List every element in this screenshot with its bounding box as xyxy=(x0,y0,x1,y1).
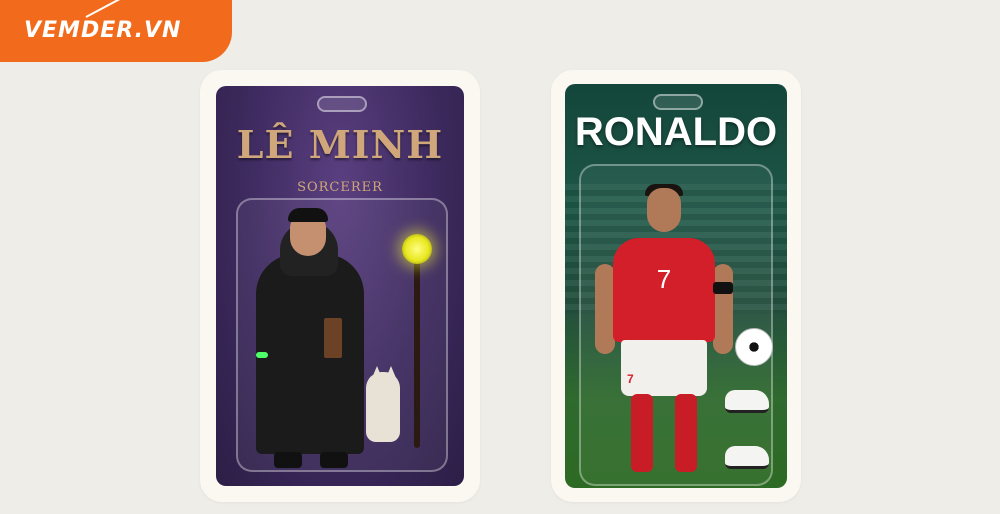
footballer-figure-card: RONALDO 7 7 xyxy=(551,70,801,502)
jersey-number: 7 xyxy=(656,264,672,294)
captain-armband-icon xyxy=(713,282,733,294)
football-boot-icon xyxy=(725,446,769,469)
sorcerer-figure-card: LÊ MINH SORCERER xyxy=(200,70,480,502)
hair xyxy=(288,208,328,222)
boot-right xyxy=(320,452,348,468)
figure-title: LÊ MINH xyxy=(236,122,444,167)
hanger-tab-icon xyxy=(317,96,367,112)
figure-title: RONALDO xyxy=(574,110,778,154)
logo-text: VEMDER.VN xyxy=(24,18,182,43)
white-shorts xyxy=(621,340,707,396)
football-boot-icon xyxy=(725,390,769,413)
sock-right xyxy=(675,394,697,472)
glowing-orb-icon xyxy=(402,234,432,264)
sorcerer-package: LÊ MINH SORCERER xyxy=(216,86,464,486)
hanger-tab-icon xyxy=(653,94,703,110)
staff-icon xyxy=(414,252,420,448)
vemder-logo[interactable]: VEMDER.VN xyxy=(0,0,232,62)
arm-left xyxy=(595,264,615,354)
face xyxy=(647,188,681,232)
footballer-package: RONALDO 7 7 xyxy=(565,84,787,488)
figure-subtitle: SORCERER xyxy=(297,180,383,195)
robe xyxy=(256,254,364,454)
shorts-number: 7 xyxy=(627,372,634,386)
sock-left xyxy=(631,394,653,472)
boot-left xyxy=(274,452,302,468)
glowing-bracelet-icon xyxy=(256,352,268,358)
arm-right xyxy=(713,264,733,354)
book-icon xyxy=(324,318,342,358)
white-fox-icon xyxy=(366,372,400,442)
soccer-ball-icon xyxy=(735,328,773,366)
logo-needle-icon xyxy=(85,0,122,18)
